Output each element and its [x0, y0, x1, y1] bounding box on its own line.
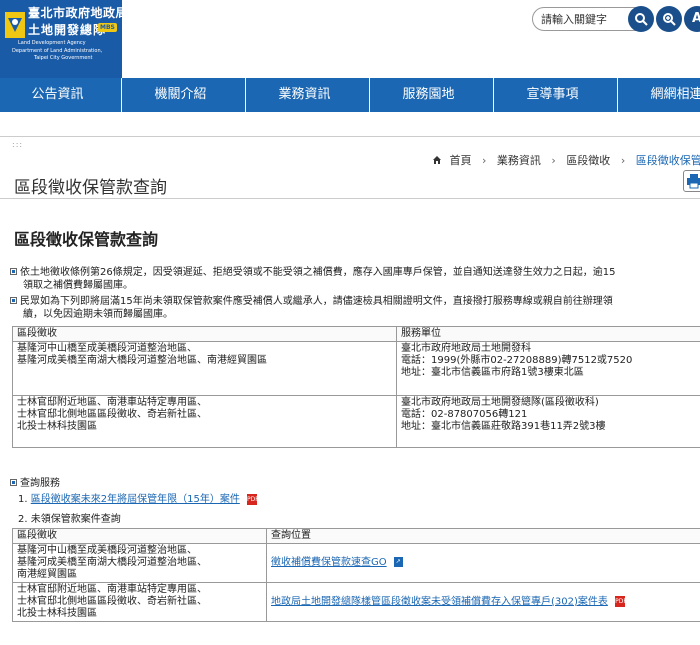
- nav-item-about[interactable]: 機關介紹: [122, 78, 239, 112]
- table-cell-area: 基隆河中山橋至成美橋段河道整治地區、 基隆河成美橋至南湖大橋段河道整治地區、南港…: [12, 341, 397, 396]
- bullet-icon: [10, 268, 17, 275]
- services-title: 查詢服務: [10, 474, 60, 489]
- home-icon[interactable]: [432, 155, 442, 165]
- table-cell-area: 士林官邸附近地區、南港車站特定專用區、 士林官邸北側地區區段徵收、奇岩新社區、 …: [12, 582, 267, 622]
- table-row: 基隆河中山橋至成美橋段河道整治地區、 基隆河成美橋至南湖大橋段河道整治地區、南港…: [12, 341, 700, 396]
- link-icon[interactable]: ↗: [393, 557, 403, 567]
- search-icon: [635, 13, 648, 26]
- table-cell-unit: 臺北市政府地政局土地開發總隊(區段徵收科) 電話：02-87807056轉121…: [396, 395, 700, 448]
- chevron-right-icon: ›: [551, 154, 556, 167]
- expiring-cases-link[interactable]: 區段徵收案未來2年將屆保管年限（15年）案件: [31, 494, 240, 505]
- logo-title-line1: 臺北市政府地政局: [28, 6, 129, 20]
- main-nav: 公告資訊 機關介紹 業務資訊 服務園地 宣導事項 網網相連: [0, 78, 700, 112]
- notice-paragraph-2: 民眾如為下列即將屆滿15年尚未領取保管款案件應受補償人或繼承人，請儘速檢具相關證…: [10, 295, 613, 321]
- table-cell-link: 地政局土地開發總隊樣管區段徵收案未受領補償費存入保管專戶(302)案件表 PDF: [266, 582, 700, 622]
- table-cell-area: 基隆河中山橋至成美橋段河道整治地區、 基隆河成美橋至南湖大橋段河道整治地區、 南…: [12, 543, 267, 583]
- query-location-table: 區段徵收 查詢位置 基隆河中山橋至成美橋段河道整治地區、 基隆河成美橋至南湖大橋…: [12, 528, 700, 622]
- breadcrumb: 首頁 › 業務資訊 › 區段徵收 › 區段徵收保管款查詢: [432, 152, 700, 168]
- search-button[interactable]: [628, 6, 654, 32]
- table-cell-unit: 臺北市政府地政局土地開發科 電話：1999(外縣市02-27208889)轉75…: [396, 341, 700, 396]
- printer-icon: [687, 174, 700, 189]
- case-list-link[interactable]: 地政局土地開發總隊樣管區段徵收案未受領補償費存入保管專戶(302)案件表: [271, 596, 608, 607]
- notice-1-line2: 領取之補償費歸屬國庫。: [23, 280, 133, 291]
- print-button[interactable]: [683, 170, 700, 192]
- accesskey-marker: :::: [12, 140, 24, 149]
- pdf-icon[interactable]: PDF: [247, 493, 259, 505]
- site-logo[interactable]: 臺北市政府地政局 土地開發總隊 MBS Land Development Age…: [0, 0, 128, 78]
- nav-item-services[interactable]: 服務園地: [370, 78, 487, 112]
- bullet-icon: [10, 297, 17, 304]
- divider: [0, 136, 700, 137]
- services-item-2: 2. 未領保管款案件查詢: [18, 514, 121, 525]
- service-unit-table: 區段徵收 服務單位 基隆河中山橋至成美橋段河道整治地區、 基隆河成美橋至南湖大橋…: [12, 326, 700, 448]
- table-row: 士林官邸附近地區、南港車站特定專用區、 士林官邸北側地區區段徵收、奇岩新社區、 …: [12, 582, 700, 622]
- pdf-icon[interactable]: PDF: [615, 595, 627, 607]
- zoom-search-icon: [663, 13, 676, 26]
- notice-2-line2: 續，以免因逾期未領而歸屬國庫。: [23, 309, 173, 320]
- advanced-search-button[interactable]: [656, 6, 682, 32]
- nav-item-links[interactable]: 網網相連: [618, 78, 700, 112]
- breadcrumb-level1[interactable]: 業務資訊: [497, 154, 541, 167]
- notice-paragraph-1: 依土地徵收條例第26條規定，因受領遲延、拒絕受領或不能受領之補償費，應存入國庫專…: [10, 266, 615, 292]
- table-header: 區段徵收: [12, 326, 397, 342]
- table-cell-link: 徵收補償費保管款速查GO ↗: [266, 543, 700, 583]
- table-row: 基隆河中山橋至成美橋段河道整治地區、 基隆河成美橋至南湖大橋段河道整治地區、 南…: [12, 543, 700, 583]
- divider: [0, 198, 700, 199]
- city-emblem-icon: [5, 12, 25, 38]
- accessibility-button[interactable]: A: [684, 6, 700, 32]
- breadcrumb-current[interactable]: 區段徵收保管款查詢: [636, 154, 700, 167]
- logo-badge: MBS: [98, 23, 117, 32]
- section-title: 區段徵收保管款查詢: [14, 230, 159, 249]
- breadcrumb-level2[interactable]: 區段徵收: [566, 154, 610, 167]
- nav-item-business[interactable]: 業務資訊: [246, 78, 363, 112]
- chevron-right-icon: ›: [620, 154, 626, 167]
- logo-en-line1: Land Development Agency: [18, 40, 86, 46]
- table-cell-area: 士林官邸附近地區、南港車站特定專用區、 士林官邸北側地區區段徵收、奇岩新社區、 …: [12, 395, 397, 448]
- table-header: 查詢位置: [266, 528, 700, 544]
- logo-title-line2: 土地開發總隊: [28, 23, 107, 37]
- breadcrumb-home[interactable]: 首頁: [450, 154, 472, 167]
- quick-lookup-link[interactable]: 徵收補償費保管款速查GO: [271, 557, 387, 568]
- nav-item-promotion[interactable]: 宣導事項: [494, 78, 611, 112]
- table-header: 區段徵收: [12, 528, 267, 544]
- notice-1-line1: 依土地徵收條例第26條規定，因受領遲延、拒絕受領或不能受領之補償費，應存入國庫專…: [20, 267, 616, 278]
- services-item-1: 1. 區段徵收案未來2年將屆保管年限（15年）案件 PDF: [18, 493, 259, 505]
- chevron-right-icon: ›: [482, 154, 487, 167]
- logo-en-line2: Department of Land Administration,: [12, 48, 103, 54]
- logo-en-line3: Taipei City Government: [34, 55, 93, 61]
- table-header: 服務單位: [396, 326, 700, 342]
- page-title: 區段徵收保管款查詢: [14, 178, 167, 198]
- nav-item-announcements[interactable]: 公告資訊: [0, 78, 115, 112]
- bullet-icon: [10, 479, 17, 486]
- site-header: 臺北市政府地政局 土地開發總隊 MBS Land Development Age…: [0, 0, 700, 78]
- notice-2-line1: 民眾如為下列即將屆滿15年尚未領取保管款案件應受補償人或繼承人，請儘速檢具相關證…: [20, 296, 613, 307]
- table-row: 士林官邸附近地區、南港車站特定專用區、 士林官邸北側地區區段徵收、奇岩新社區、 …: [12, 395, 700, 448]
